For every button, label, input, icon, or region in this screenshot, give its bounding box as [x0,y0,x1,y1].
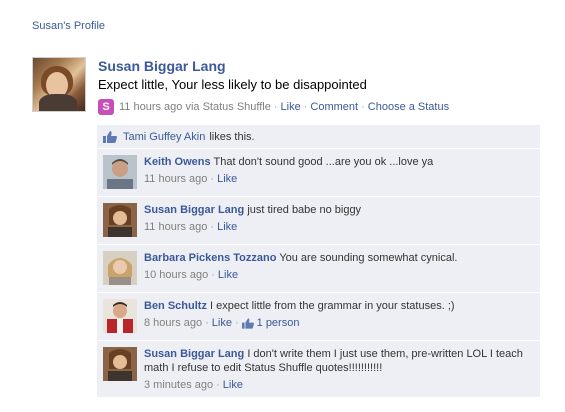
comment-item: Barbara Pickens Tozzano You are sounding… [97,245,540,293]
comment-like-count[interactable]: 1 person [257,317,300,329]
comment-timestamp: 11 hours ago [144,221,208,233]
liker-name[interactable]: Tami Guffey Akin [123,131,205,143]
comment-timestamp: 11 hours ago [144,173,208,185]
comment-text: That don't sound good ...are you ok ...l… [213,156,434,168]
feedback-section: Tami Guffey Akin likes this. Keith Owens… [97,125,540,398]
comment-timestamp: 8 hours ago [144,317,203,329]
comment-author[interactable]: Barbara Pickens Tozzano [144,252,276,264]
commenter-avatar[interactable] [103,155,137,189]
commenter-avatar[interactable] [103,203,137,237]
comment-like-link[interactable]: Like [212,317,232,329]
comment-item: Ben Schultz I expect little from the gra… [97,293,540,341]
comment-timestamp: 10 hours ago [144,269,209,281]
comment-author[interactable]: Keith Owens [144,156,211,168]
comment-like-link[interactable]: Like [217,173,237,185]
comment-link[interactable]: Comment [310,101,358,113]
post-author-name[interactable]: Susan Biggar Lang [98,57,542,75]
profile-link[interactable]: Susan's Profile [32,20,105,32]
comment-text: I expect little from the grammar in your… [210,300,455,312]
post-meta: S 11 hours ago via Status Shuffle · Like… [98,99,542,115]
thumbs-up-icon [241,317,254,329]
comment-like-link[interactable]: Like [218,269,238,281]
commenter-avatar[interactable] [103,347,137,381]
comment-text: You are sounding somewhat cynical. [279,252,458,264]
comment-text: just tired babe no biggy [247,204,362,216]
comment-item: Susan Biggar Lang I don't write them I j… [97,341,540,398]
likes-summary: Tami Guffey Akin likes this. [97,125,540,149]
commenter-avatar[interactable] [103,251,137,285]
comment-author[interactable]: Susan Biggar Lang [144,204,244,216]
comment-item: Keith Owens That don't sound good ...are… [97,149,540,197]
comment-item: Susan Biggar Lang just tired babe no big… [97,197,540,245]
comment-like-link[interactable]: Like [223,379,243,391]
status-text: Expect little, Your less likely to be di… [98,77,367,92]
commenter-avatar[interactable] [103,299,137,333]
post-timestamp: 11 hours ago via Status Shuffle [119,101,271,113]
likes-suffix: likes this. [209,130,255,143]
comment-timestamp: 3 minutes ago [144,379,214,391]
like-link[interactable]: Like [281,101,301,113]
thumbs-up-icon [103,130,117,143]
comment-author[interactable]: Ben Schultz [144,300,207,312]
choose-status-link[interactable]: Choose a Status [368,101,449,113]
post-author-avatar[interactable] [32,57,86,112]
comment-author[interactable]: Susan Biggar Lang [144,348,244,360]
comment-like-link[interactable]: Like [217,221,237,233]
status-shuffle-app-icon[interactable]: S [98,99,114,115]
